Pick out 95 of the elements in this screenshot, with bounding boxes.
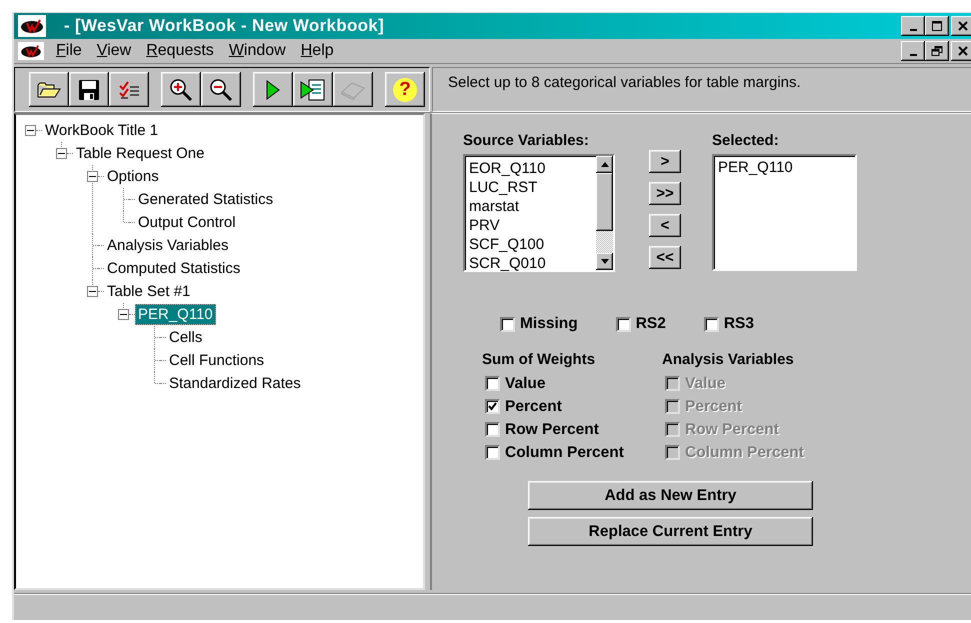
tree-item[interactable]: Cells (166, 327, 206, 348)
collapse-icon[interactable] (118, 309, 129, 320)
app-logo-icon (18, 14, 46, 37)
toolbar-button[interactable] (109, 72, 149, 108)
selected-list[interactable]: PER_Q110 (712, 154, 857, 272)
minimize-button[interactable] (901, 16, 925, 36)
checkbox[interactable] (616, 316, 631, 332)
window-title: - [WesVar WorkBook - New Workbook] (64, 16, 384, 36)
toolbar-button[interactable] (253, 72, 293, 108)
toolbar-button[interactable] (69, 72, 109, 108)
tree-item[interactable]: PER_Q110 (135, 304, 216, 326)
checklist-icon (118, 80, 140, 100)
collapse-icon[interactable] (87, 171, 98, 182)
list-item[interactable]: EOR_Q110 (469, 159, 596, 178)
list-item[interactable]: PRV (469, 216, 596, 236)
run-report-icon (300, 78, 326, 102)
minimize-icon (910, 28, 916, 31)
tree-item[interactable]: Output Control (135, 212, 239, 234)
up-arrow-icon (600, 162, 608, 168)
zoom-out-icon (209, 78, 233, 102)
collapse-icon[interactable] (56, 148, 67, 160)
menu-item[interactable]: Requests (144, 42, 216, 60)
move-button[interactable]: > (649, 150, 681, 174)
list-item[interactable]: PER_Q110 (718, 158, 851, 178)
checkbox-label[interactable]: RS2 (636, 315, 666, 334)
close-icon (957, 46, 969, 56)
restore-icon (931, 46, 943, 56)
zoom-in-icon (169, 78, 193, 102)
checkbox[interactable] (704, 316, 719, 332)
scroll-down-button[interactable] (596, 253, 613, 270)
move-button[interactable]: << (649, 246, 681, 270)
group-heading: Analysis Variables (662, 351, 795, 368)
list-label: Source Variables: (463, 132, 590, 150)
checkbox[interactable] (485, 399, 500, 414)
scroll-thumb[interactable] (596, 173, 613, 232)
checkbox[interactable] (500, 316, 515, 332)
toolbar-button[interactable] (29, 72, 69, 108)
menu-item[interactable]: View (94, 42, 134, 60)
checkbox-label[interactable]: Column Percent (505, 444, 624, 462)
list-label: Selected: (712, 132, 780, 150)
move-button[interactable]: >> (649, 182, 681, 206)
help-button[interactable]: ? (385, 72, 425, 108)
list-item[interactable]: LUC_RST (469, 178, 596, 198)
tree-item[interactable]: Table Request One (73, 143, 208, 164)
book-icon (340, 80, 366, 100)
tree-item[interactable]: WorkBook Title 1 (42, 120, 162, 142)
menu-item[interactable]: Window (226, 42, 288, 60)
checkbox[interactable] (485, 376, 500, 392)
move-button[interactable]: < (649, 214, 681, 238)
action-button[interactable]: Replace Current Entry (528, 517, 813, 546)
tree-item[interactable]: Analysis Variables (104, 235, 232, 256)
checkbox-label: Value (685, 374, 726, 393)
checkbox[interactable] (485, 445, 500, 460)
tree-item[interactable]: Standardized Rates (166, 373, 304, 394)
maximize-button[interactable] (925, 16, 949, 36)
action-button[interactable]: Add as New Entry (528, 481, 813, 510)
list-item[interactable]: SCF_Q100 (469, 235, 596, 254)
close-button[interactable] (951, 16, 971, 36)
menu-item[interactable]: File (54, 42, 84, 60)
group-heading: Sum of Weights (482, 351, 596, 368)
minimize-icon (910, 54, 916, 56)
collapse-icon[interactable] (25, 125, 36, 136)
tree-item[interactable]: Generated Statistics (135, 189, 276, 210)
source-list[interactable]: EOR_Q110 LUC_RST marstat PRV SCF_Q100 SCR_Q010 (463, 154, 615, 272)
checkbox-label[interactable]: Percent (505, 398, 562, 416)
toolbar-button[interactable] (161, 72, 201, 108)
tree-item[interactable]: Cell Functions (166, 350, 268, 372)
scroll-up-button[interactable] (596, 156, 613, 174)
close-button[interactable] (951, 40, 971, 61)
checkbox-label: Column Percent (685, 444, 804, 462)
play-icon (265, 78, 281, 101)
checkbox[interactable] (485, 422, 500, 438)
list-item[interactable]: marstat (469, 197, 596, 216)
checkbox-label: Row Percent (685, 420, 779, 439)
folder-icon (37, 80, 61, 100)
tree-item[interactable]: Options (104, 166, 162, 188)
checkbox-label[interactable]: Row Percent (505, 420, 599, 439)
tree-item[interactable]: Table Set #1 (104, 281, 194, 302)
collapse-icon[interactable] (87, 286, 98, 298)
hint-text: Select up to 8 categorical variables for table margins. (448, 74, 801, 91)
close-icon (957, 20, 969, 31)
minimize-button[interactable] (901, 40, 925, 61)
checkbox-label[interactable]: RS3 (724, 315, 754, 334)
toolbar-button[interactable] (201, 72, 241, 108)
menu-item[interactable]: Help (298, 42, 336, 60)
toolbar-button[interactable] (293, 72, 333, 108)
checkbox-label[interactable]: Value (505, 374, 546, 393)
maximize-icon (931, 20, 943, 31)
app-logo-icon (18, 42, 44, 60)
down-arrow-icon (600, 259, 608, 264)
checkbox-label: Percent (685, 398, 742, 416)
checkbox-label[interactable]: Missing (520, 315, 578, 334)
tree-item[interactable]: Computed Statistics (104, 258, 244, 280)
list-item[interactable]: SCR_Q010 (469, 254, 596, 274)
restore-button[interactable] (925, 40, 949, 61)
